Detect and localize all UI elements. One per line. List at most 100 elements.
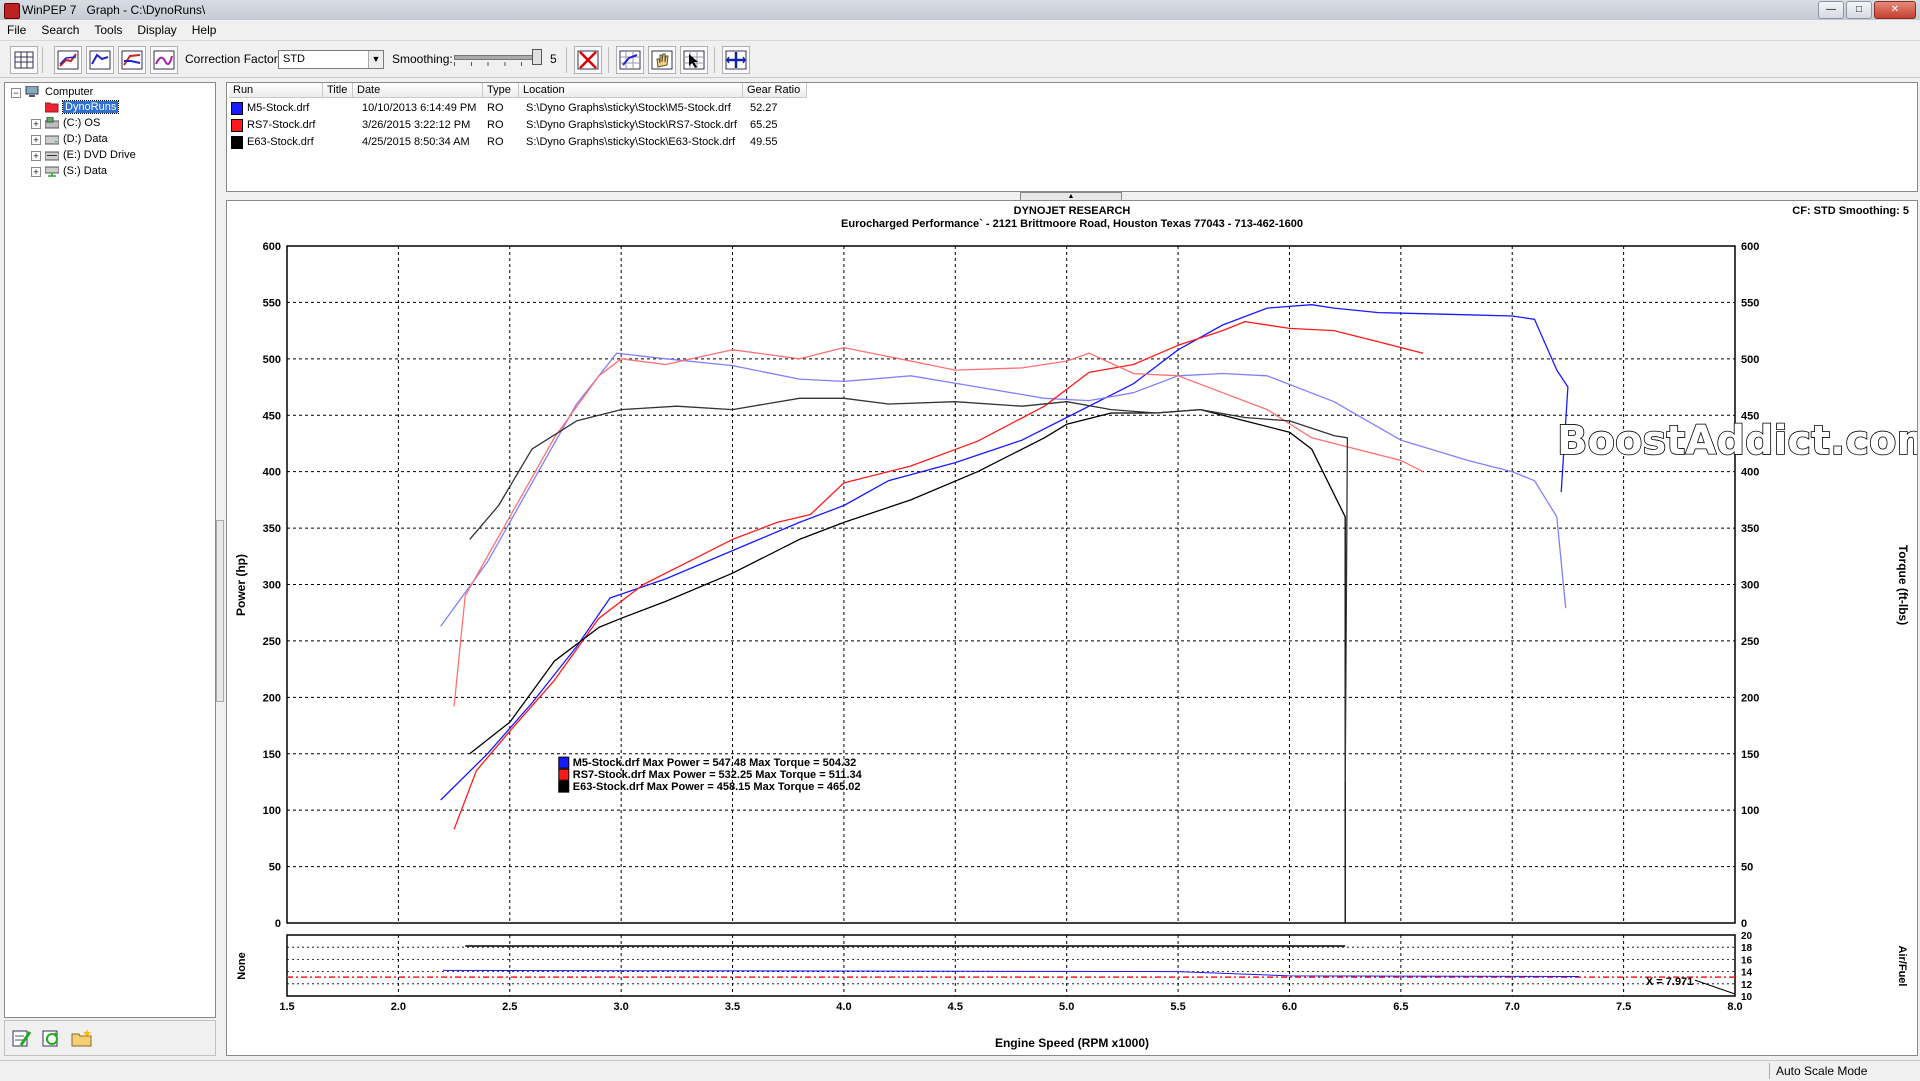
hard-drive-icon (45, 135, 59, 145)
graph-power-button[interactable] (54, 46, 82, 74)
y-tick-label-right: 500 (1741, 354, 1759, 366)
run-name: RS7-Stock.drf (247, 119, 316, 131)
system-drive-icon (45, 117, 59, 129)
legend-swatch (558, 780, 570, 793)
column-header-location[interactable]: Location (519, 83, 743, 98)
tree-expand-s[interactable]: + (31, 167, 41, 177)
correction-factor-value: STD (283, 53, 305, 65)
crosshair-button[interactable] (722, 46, 750, 74)
dyno-chart[interactable]: DYNOJET RESEARCHEurocharged Performance`… (227, 201, 1917, 1055)
run-color-swatch[interactable] (231, 119, 243, 132)
y-tick-label-right: 0 (1741, 918, 1747, 930)
menu-tools[interactable]: Tools (87, 20, 130, 40)
column-header-gear-ratio[interactable]: Gear Ratio (743, 83, 807, 98)
y-tick-label-left: 550 (263, 297, 281, 309)
menu-help[interactable]: Help (185, 20, 225, 40)
x-tick-label: 5.5 (1170, 1001, 1185, 1013)
smoothing-value: 5 (550, 52, 557, 66)
run-location: S:\Dyno Graphs\sticky\Stock\RS7-Stock.dr… (526, 119, 737, 131)
tree-collapse-toggle[interactable]: − (11, 88, 21, 98)
smoothing-slider[interactable] (452, 49, 542, 67)
toolbar: Correction Factor: STD ▼ Smoothing: 5 (0, 41, 1920, 78)
column-header-run[interactable]: Run (229, 83, 323, 98)
run-list-button[interactable] (10, 46, 38, 74)
zoom-button[interactable] (616, 46, 644, 74)
run-name: M5-Stock.drf (247, 102, 310, 114)
y-axis-label-left: Power (hp) (234, 554, 248, 616)
y-tick-label-right: 400 (1741, 467, 1759, 479)
computer-icon (25, 86, 39, 97)
tree-item-computer[interactable]: Computer (45, 86, 93, 98)
column-header-date[interactable]: Date (353, 83, 483, 98)
menu-file[interactable]: File (0, 20, 34, 40)
y-tick-label-right: 550 (1741, 297, 1759, 309)
y-tick-label-right: 600 (1741, 241, 1759, 253)
y-tick-label-left: 0 (275, 918, 281, 930)
x-tick-label: 2.5 (502, 1001, 517, 1013)
menu-bar: File Search Tools Display Help (0, 20, 1920, 41)
zoom-graph-icon (619, 50, 641, 70)
winpep-app-icon[interactable] (4, 3, 20, 19)
run-color-swatch[interactable] (231, 136, 243, 149)
run-color-swatch[interactable] (231, 102, 243, 115)
x-tick-label: 5.0 (1059, 1001, 1074, 1013)
remove-graph-icon (577, 50, 599, 70)
x-tick-label: 1.5 (279, 1001, 294, 1013)
menu-search[interactable]: Search (34, 20, 87, 40)
edit-run-icon[interactable] (11, 1028, 33, 1048)
tree-expand-d[interactable]: + (31, 135, 41, 145)
correction-factor-label: Correction Factor: (185, 52, 282, 66)
x-tick-label: 3.0 (614, 1001, 629, 1013)
run-gear-ratio: 49.55 (750, 136, 778, 148)
legend-entry: M5-Stock.drf Max Power = 547.48 Max Torq… (573, 757, 856, 769)
smoothing-slider-thumb[interactable] (532, 49, 542, 65)
cursor-button[interactable] (680, 46, 708, 74)
new-folder-icon[interactable] (71, 1028, 93, 1048)
x-tick-label: 3.5 (725, 1001, 740, 1013)
tree-item-drive-s[interactable]: (S:) Data (63, 165, 107, 177)
y-tick-label-right: 200 (1741, 692, 1759, 704)
cf-smoothing-label: CF: STD Smoothing: 5 (1792, 205, 1909, 217)
y-tick-label-right: 300 (1741, 580, 1759, 592)
graph-both-icon (121, 50, 143, 70)
column-header-title[interactable]: Title (323, 83, 353, 98)
run-location: S:\Dyno Graphs\sticky\Stock\E63-Stock.dr… (526, 136, 736, 148)
network-drive-icon (45, 166, 59, 177)
menu-display[interactable]: Display (130, 20, 184, 40)
tree-expand-c[interactable]: + (31, 119, 41, 129)
column-header-type[interactable]: Type (483, 83, 519, 98)
file-tree-pane: − Computer DynoRuns + (C:) OS + (D:) Dat… (4, 82, 216, 1018)
tree-expand-e[interactable]: + (31, 151, 41, 161)
run-type: RO (487, 136, 504, 148)
graph-power-icon (57, 50, 79, 70)
chevron-down-icon[interactable]: ▼ (368, 51, 383, 68)
lower-y-tick-label: 10 (1741, 992, 1753, 1003)
y-tick-label-right: 350 (1741, 523, 1759, 535)
refresh-runs-icon[interactable] (41, 1028, 63, 1048)
graph-both-button[interactable] (118, 46, 146, 74)
lower-y-tick-label: 14 (1741, 968, 1753, 979)
minimize-button[interactable]: — (1818, 1, 1844, 19)
graph-afr-button[interactable] (150, 46, 178, 74)
run-date: 10/10/2013 6:14:49 PM (362, 102, 477, 114)
tree-item-drive-c[interactable]: (C:) OS (63, 117, 100, 129)
chart-header: DYNOJET RESEARCH (1014, 205, 1131, 217)
app-title: WinPEP 7 (22, 3, 77, 17)
status-bar: Auto Scale Mode (0, 1060, 1920, 1081)
maximize-button[interactable]: □ (1846, 1, 1872, 19)
pane-splitter[interactable] (216, 82, 224, 1054)
remove-run-button[interactable] (574, 46, 602, 74)
tree-item-dynoruns[interactable]: DynoRuns (61, 100, 120, 114)
tree-item-drive-e[interactable]: (E:) DVD Drive (63, 149, 136, 161)
lower-axis-label-right: Air/Fuel (1896, 946, 1908, 987)
close-button[interactable]: ✕ (1874, 1, 1916, 19)
pan-button[interactable] (648, 46, 676, 74)
cursor-graph-icon (683, 50, 705, 70)
lower-y-tick-label: 20 (1741, 931, 1753, 942)
window-titlebar: WinPEP 7 Graph - C:\DynoRuns\ — □ ✕ (0, 0, 1920, 21)
splitter-grip[interactable] (216, 520, 224, 702)
graph-torque-button[interactable] (86, 46, 114, 74)
tree-item-drive-d[interactable]: (D:) Data (63, 133, 108, 145)
correction-factor-select[interactable]: STD ▼ (278, 50, 384, 69)
run-table: Run Title Date Type Location Gear Ratio … (226, 82, 1918, 192)
